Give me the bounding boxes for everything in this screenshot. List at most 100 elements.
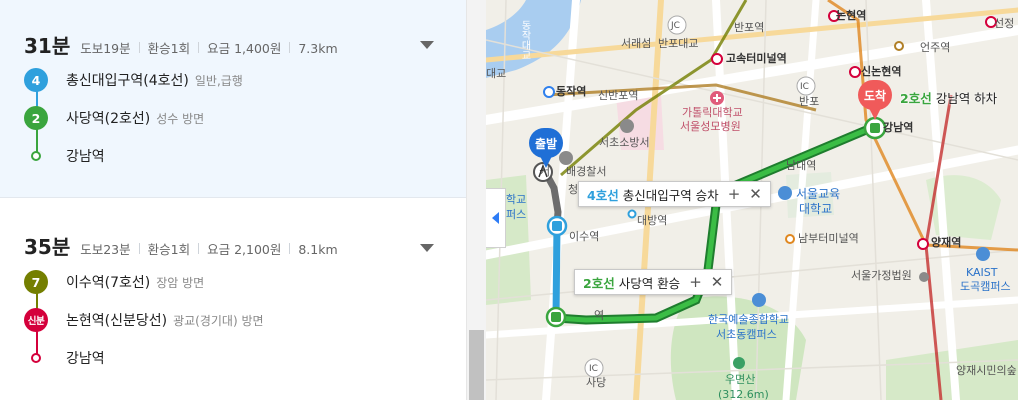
station-name: 강남역 — [66, 149, 105, 165]
map-label: 청 — [568, 183, 579, 196]
sinbundang-line-badge: 신분 — [24, 308, 48, 332]
map-label: 동작대교 — [519, 20, 530, 60]
divider — [198, 42, 200, 53]
divider — [138, 42, 140, 53]
station-label: 신논현역 — [861, 65, 902, 78]
map-label: 배경찰서 — [566, 165, 607, 178]
station-label: 이수역 — [569, 230, 600, 243]
station-label: 남부터미널역 — [798, 232, 859, 245]
zoom-in-icon[interactable]: + — [689, 274, 702, 290]
map-label: 대학교 — [799, 202, 833, 216]
map-label: 서초동캠퍼스 — [716, 328, 777, 341]
zoom-in-icon[interactable]: + — [728, 186, 741, 202]
map-label: 반포 — [799, 95, 820, 108]
callout-text: 강남역 하차 — [935, 91, 998, 106]
map-label: 도곡캠퍼스 — [960, 280, 1011, 293]
station-name: 강남역 — [66, 351, 105, 367]
route-list-panel: 31분 도보19분 환승1회 요금 1,400원 7.3km 4 총신대입구역(… — [0, 0, 466, 400]
transfer-count: 환승1회 — [147, 41, 191, 56]
route-step[interactable]: 2 사당역(2호선) 성수 방면 — [24, 106, 204, 130]
station-label: 강남역 — [883, 121, 914, 134]
station-direction: 성수 방면 — [156, 111, 205, 126]
map-label: 서울교육 — [796, 187, 841, 201]
transfer-count: 환승1회 — [147, 242, 191, 257]
pin-tip — [868, 106, 882, 120]
close-icon[interactable]: ✕ — [749, 186, 762, 202]
alight-callout[interactable]: 2호선 강남역 하차 — [900, 88, 997, 107]
chevron-left-icon — [492, 212, 499, 224]
map-label: 대방역 — [637, 214, 668, 227]
station-label: 동작역 — [556, 85, 587, 98]
station-label: 고속터미널역 — [726, 52, 787, 65]
map-label: 반포대교 — [658, 37, 699, 50]
walk-time: 도보19분 — [80, 41, 131, 56]
station-label: 언주역 — [920, 41, 951, 54]
map-label: 한국예술종합학교 — [708, 313, 789, 326]
map-label: 서초소방서 — [599, 136, 650, 149]
close-icon[interactable]: ✕ — [711, 274, 724, 290]
expand-chevron-icon[interactable] — [420, 244, 434, 252]
station-direction: 일반,급행 — [194, 73, 243, 88]
line-name: 2호선 — [583, 275, 615, 291]
route-option-2[interactable]: 35분 도보23분 환승1회 요금 2,100원 8.1km 7 이수역(7호선… — [0, 199, 466, 400]
divider — [138, 243, 140, 254]
station-name: 이수역(7호선) — [66, 275, 151, 291]
ic-label: IC — [589, 364, 598, 374]
pin-tip — [539, 154, 553, 168]
station-name: 논현역(신분당선) — [66, 313, 168, 329]
map-label: 서울가정법원 — [851, 269, 912, 282]
start-pin[interactable]: 출발 — [529, 128, 563, 170]
end-pin[interactable]: 도착 — [858, 80, 892, 122]
line-name: 4호선 — [587, 187, 619, 203]
route-time: 35분 — [24, 235, 71, 259]
route-step[interactable]: 7 이수역(7호선) 장암 방면 — [24, 270, 204, 294]
divider — [289, 42, 291, 53]
divider — [198, 243, 200, 254]
transfer-callout[interactable]: 2호선 사당역 환승 + ✕ — [574, 269, 733, 295]
station-label: 신반포역 — [598, 89, 639, 102]
scrollbar-thumb[interactable] — [469, 330, 484, 400]
station-label: 남대역 — [786, 159, 817, 172]
walk-time: 도보23분 — [80, 242, 131, 257]
line-4-badge: 4 — [24, 68, 48, 92]
jc-label: JC — [671, 21, 680, 31]
distance: 7.3km — [298, 41, 338, 56]
map-label: (312.6m) — [718, 388, 769, 400]
map-label: 우면산 — [725, 373, 756, 386]
route-time: 31분 — [24, 34, 71, 58]
station-direction: 장암 방면 — [156, 275, 205, 290]
station-name: 사당역(2호선) — [66, 111, 151, 127]
line-7-badge: 7 — [24, 270, 48, 294]
callout-text: 사당역 환승 — [618, 275, 681, 291]
collapse-panel-button[interactable] — [486, 188, 506, 248]
route-step[interactable]: 4 총신대입구역(4호선) 일반,급행 — [24, 68, 243, 92]
map-label: 사당 — [586, 376, 607, 389]
route-step[interactable]: 신분 논현역(신분당선) 광교(경기대) 방면 — [24, 308, 264, 332]
route-option-1[interactable]: 31분 도보19분 환승1회 요금 1,400원 7.3km 4 총신대입구역(… — [0, 0, 466, 198]
station-label: 논현역 — [836, 9, 867, 22]
route-step[interactable]: 강남역 — [24, 144, 105, 168]
destination-dot-icon — [24, 346, 48, 370]
route-map[interactable]: 서래섬 반포대교 JC 반포역 논현역 언주역 선정 고속터미널역 신논현역 I… — [486, 0, 1018, 400]
map-label: 대교 — [486, 67, 507, 80]
map-label: 학교 — [506, 193, 527, 206]
board-callout[interactable]: 4호선 총신대입구역 승차 + ✕ — [578, 181, 771, 207]
map-label: 서울성모병원 — [680, 120, 741, 133]
route-summary: 35분 도보23분 환승1회 요금 2,100원 8.1km — [24, 231, 338, 260]
map-label: KAIST — [966, 266, 998, 279]
expand-chevron-icon[interactable] — [420, 41, 434, 49]
fare: 요금 2,100원 — [207, 242, 282, 257]
map-label: 반포역 — [734, 21, 765, 34]
route-line-4 — [552, 220, 561, 322]
station-label: 선정 — [994, 17, 1015, 30]
divider — [289, 243, 291, 254]
map-label: 퍼스 — [506, 208, 527, 221]
callout-text: 총신대입구역 승차 — [622, 187, 719, 203]
map-label: 역 — [594, 309, 605, 322]
route-step[interactable]: 강남역 — [24, 346, 105, 370]
route-summary: 31분 도보19분 환승1회 요금 1,400원 7.3km — [24, 30, 338, 59]
station-name: 총신대입구역(4호선) — [66, 73, 189, 89]
panel-scrollbar[interactable] — [466, 0, 486, 400]
ic-label: IC — [800, 82, 809, 92]
line-2-badge: 2 — [24, 106, 48, 130]
